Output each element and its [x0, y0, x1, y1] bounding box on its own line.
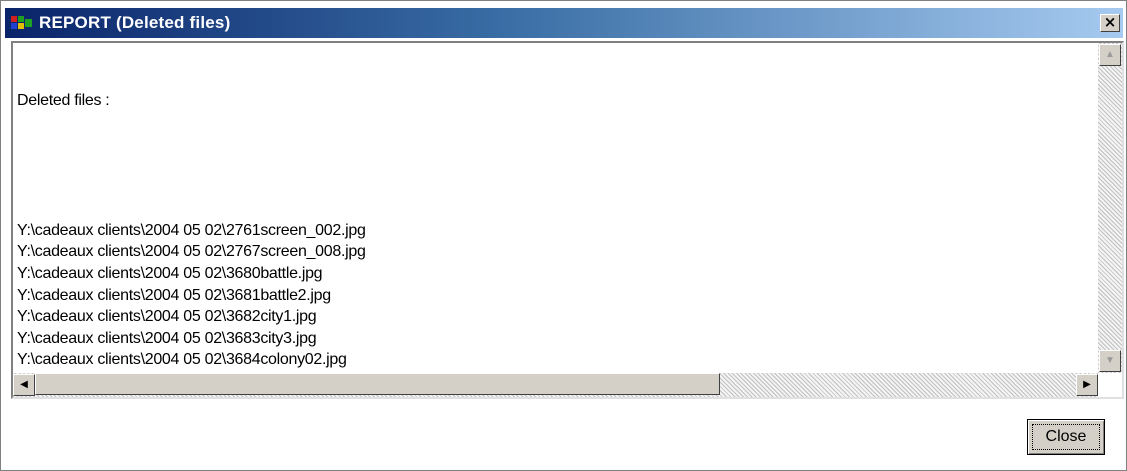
- close-icon[interactable]: ×: [1100, 14, 1120, 32]
- file-line: Y:\cadeaux clients\2004 05 02\3683city3.…: [17, 329, 317, 347]
- horizontal-scroll-thumb[interactable]: [35, 373, 720, 395]
- focus-rectangle: [1032, 424, 1100, 450]
- horizontal-scrollbar[interactable]: ◀ ▶: [13, 373, 1098, 397]
- file-line: Y:\cadeaux clients\2004 05 02\3684colony…: [17, 351, 347, 369]
- file-line: Y:\cadeaux clients\2004 05 02\2767screen…: [17, 243, 366, 261]
- scroll-down-button[interactable]: ▼: [1099, 350, 1121, 372]
- app-icon: [11, 16, 33, 30]
- file-line: Y:\cadeaux clients\2004 05 02\3682city1.…: [17, 308, 317, 326]
- file-line: Y:\cadeaux clients\2004 05 02\2761screen…: [17, 221, 366, 239]
- scroll-up-button[interactable]: ▲: [1099, 44, 1121, 66]
- window-title: REPORT (Deleted files): [39, 13, 231, 32]
- scroll-left-button[interactable]: ◀: [13, 374, 35, 396]
- file-line: Y:\cadeaux clients\2004 05 02\3681battle…: [17, 286, 331, 304]
- report-heading: Deleted files :: [17, 92, 110, 110]
- report-dialog: REPORT (Deleted files) × Deleted files :…: [0, 0, 1127, 471]
- vertical-scrollbar[interactable]: ▲ ▼: [1098, 43, 1122, 373]
- close-button[interactable]: Close: [1027, 419, 1105, 455]
- title-bar[interactable]: REPORT (Deleted files) ×: [5, 8, 1123, 38]
- scroll-right-button[interactable]: ▶: [1076, 374, 1098, 396]
- file-line: Y:\cadeaux clients\2004 05 02\3680battle…: [17, 264, 323, 282]
- scrollbar-corner: [1098, 373, 1122, 397]
- report-text: Deleted files : Y:\cadeaux clients\2004 …: [17, 47, 1096, 397]
- report-textbox[interactable]: Deleted files : Y:\cadeaux clients\2004 …: [11, 41, 1124, 399]
